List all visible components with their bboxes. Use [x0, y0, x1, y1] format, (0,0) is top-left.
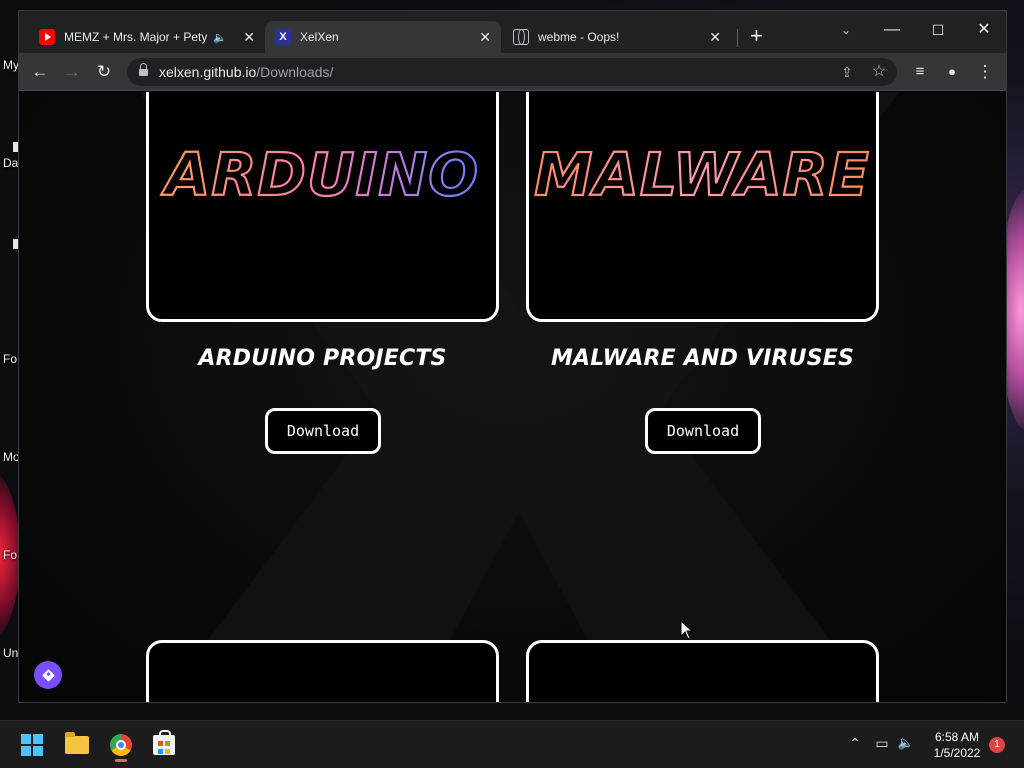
file-explorer-icon: [65, 732, 89, 754]
url-host[interactable]: xelxen.github.io: [159, 64, 256, 80]
directions-icon: [41, 668, 55, 682]
mouse-cursor-icon: [680, 620, 694, 640]
card-next-left[interactable]: [146, 640, 499, 702]
file-explorer-button[interactable]: [59, 727, 95, 763]
bookmark-star-icon[interactable]: ☆: [867, 60, 891, 84]
volume-icon[interactable]: 🔈: [896, 735, 916, 751]
browser-window: MEMZ + Mrs. Major + Petya 🔈 ✕ X XelXen ✕…: [18, 10, 1007, 703]
tab-webme[interactable]: webme - Oops! ✕: [503, 21, 731, 53]
desktop-label-fo[interactable]: Fo: [3, 352, 17, 366]
close-icon[interactable]: ✕: [703, 29, 721, 46]
desktop-label-fo-2[interactable]: Fo: [3, 548, 17, 562]
browser-toolbar: ← → ↻ xelxen.github.io /Downloads/ ⇪ ☆ ≡…: [19, 53, 1006, 91]
clock-date: 1/5/2022: [933, 746, 981, 760]
window-close-button[interactable]: ✕: [961, 15, 1006, 45]
start-button[interactable]: [14, 727, 50, 763]
xelxen-icon: X: [275, 29, 291, 45]
arduino-banner: ARDUINO: [160, 140, 479, 210]
store-icon: [153, 730, 175, 755]
start-icon: [21, 734, 43, 756]
new-tab-button[interactable]: +: [750, 25, 763, 47]
clock-time: 6:58 AM: [934, 730, 980, 744]
system-clock[interactable]: 6:58 AM 1/5/2022: [924, 729, 990, 761]
reload-button[interactable]: ↻: [91, 59, 117, 85]
card-art-text: MALWARE: [534, 141, 869, 209]
tab-separator: [737, 29, 738, 47]
card-art-text: ARDUINO: [161, 141, 479, 209]
url-path[interactable]: /Downloads/: [256, 64, 333, 80]
profile-icon[interactable]: ●: [939, 59, 965, 85]
menu-icon[interactable]: ⋮: [972, 59, 998, 85]
globe-icon: [513, 29, 529, 45]
tab-title: webme - Oops!: [538, 30, 620, 44]
discord-widget-button[interactable]: [34, 661, 62, 689]
desktop-label-un[interactable]: Un: [3, 646, 18, 660]
download-button-arduino[interactable]: Download: [265, 408, 381, 454]
card-arduino[interactable]: ARDUINO: [146, 92, 499, 322]
tab-xelxen[interactable]: X XelXen ✕: [265, 21, 501, 53]
notification-badge[interactable]: 1: [989, 737, 1005, 753]
taskbar: ⌃ ▭ 🔈 6:58 AM 1/5/2022 1: [0, 720, 1024, 768]
chevron-up-icon[interactable]: ⌃: [845, 735, 865, 752]
malware-banner: MALWARE: [533, 140, 870, 210]
card-title: MALWARE AND VIRUSES: [550, 346, 855, 371]
media-control-icon[interactable]: ≡: [907, 59, 933, 85]
card-next-right[interactable]: [526, 640, 879, 702]
tab-title: MEMZ + Mrs. Major + Petya: [64, 30, 207, 44]
tab-strip: MEMZ + Mrs. Major + Petya 🔈 ✕ X XelXen ✕…: [19, 11, 1006, 53]
close-icon[interactable]: ✕: [237, 29, 255, 46]
close-icon[interactable]: ✕: [473, 29, 491, 46]
maximize-button[interactable]: ☐: [915, 15, 961, 45]
tab-memz[interactable]: MEMZ + Mrs. Major + Petya 🔈 ✕: [29, 21, 265, 53]
network-icon[interactable]: ▭: [872, 735, 892, 752]
card-malware[interactable]: MALWARE: [526, 92, 879, 322]
desktop-label-da[interactable]: Da: [3, 156, 18, 170]
desktop-label-my[interactable]: My: [3, 58, 19, 72]
card-title: ARDUINO PROJECTS: [198, 346, 447, 371]
download-button-malware[interactable]: Download: [645, 408, 761, 454]
address-bar[interactable]: xelxen.github.io /Downloads/ ⇪ ☆: [127, 58, 897, 86]
youtube-icon: [39, 29, 55, 45]
running-indicator: [115, 759, 127, 762]
tab-search-icon[interactable]: ⌄: [831, 16, 861, 44]
chrome-icon: [110, 734, 132, 756]
share-icon[interactable]: ⇪: [835, 60, 859, 84]
store-button[interactable]: [146, 727, 182, 763]
speaker-icon[interactable]: 🔈: [213, 31, 227, 44]
lock-icon[interactable]: [139, 62, 148, 78]
forward-button[interactable]: →: [59, 59, 85, 85]
minimize-button[interactable]: —: [869, 15, 915, 45]
chrome-taskbar-button[interactable]: [103, 727, 139, 763]
tab-title: XelXen: [300, 30, 339, 44]
back-button[interactable]: ←: [27, 59, 53, 85]
page-viewport: ARDUINO ARDUINO PROJECTS Download MALWAR…: [19, 92, 1006, 702]
